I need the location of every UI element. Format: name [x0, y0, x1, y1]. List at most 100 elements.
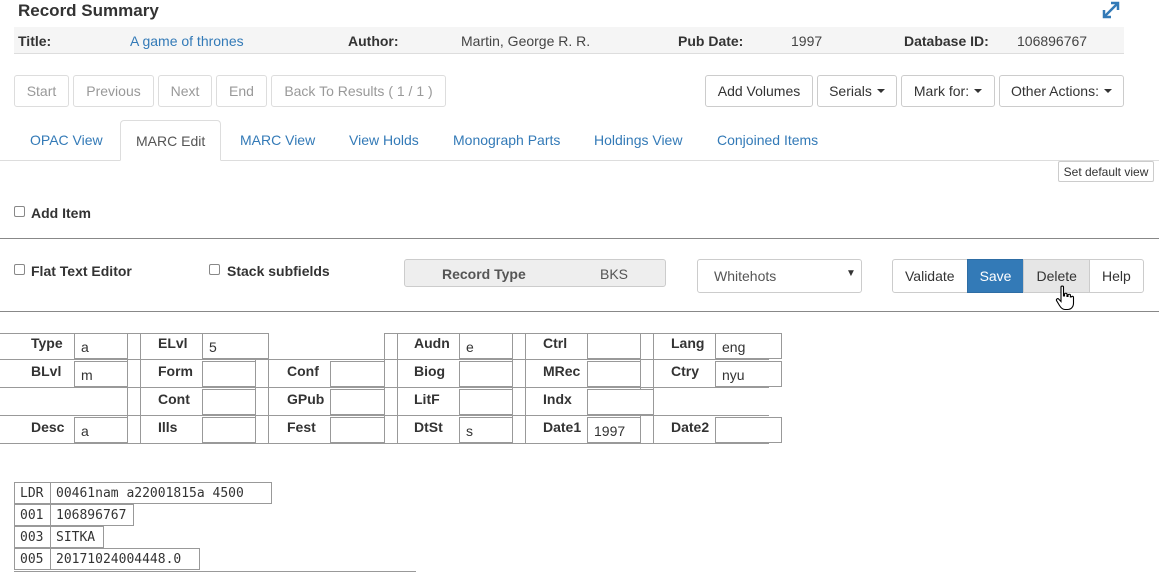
- summary-dbid-value: 106896767: [1017, 33, 1088, 49]
- save-button[interactable]: Save: [966, 259, 1025, 293]
- template-select[interactable]: Whitehots ▼: [697, 259, 862, 293]
- divider: [0, 238, 1159, 239]
- ff-conf-input[interactable]: [330, 361, 385, 387]
- tab-marc-view[interactable]: MARC View: [225, 120, 330, 160]
- marc-value-ldr[interactable]: 00461nam a22001815a 4500: [50, 482, 272, 504]
- summary-author-value: Martin, George R. R.: [461, 33, 591, 49]
- summary-author-label: Author:: [348, 33, 399, 49]
- stack-subfields-label: Stack subfields: [227, 263, 330, 279]
- ff-elvl-input[interactable]: 5: [202, 333, 269, 359]
- ff-biog-input[interactable]: [459, 361, 513, 387]
- hand-cursor-icon: [1055, 285, 1075, 314]
- ff-dtst-input[interactable]: s: [459, 417, 513, 443]
- next-button[interactable]: Next: [158, 75, 212, 107]
- ff-litf-input[interactable]: [459, 389, 513, 415]
- record-type-label: Record Type: [442, 266, 526, 282]
- tab-marc-edit[interactable]: MARC Edit: [120, 120, 222, 161]
- marc-tag-003[interactable]: 003: [14, 526, 51, 548]
- grid-line: [268, 359, 269, 443]
- ff-mrec-label: MRec: [543, 363, 581, 379]
- validate-button[interactable]: Validate: [892, 259, 968, 293]
- summary-title-label: Title:: [18, 33, 52, 49]
- ff-conf-label: Conf: [287, 363, 319, 379]
- ff-date2-input[interactable]: [715, 417, 782, 443]
- ff-lang-label: Lang: [671, 335, 705, 351]
- ff-desc-input[interactable]: a: [74, 417, 128, 443]
- grid-line: [397, 333, 398, 443]
- marc-value-001[interactable]: 106896767: [50, 504, 134, 526]
- tab-monograph-parts[interactable]: Monograph Parts: [438, 120, 575, 160]
- flat-text-editor-checkbox[interactable]: [14, 264, 25, 275]
- mark-for-label: Mark for:: [913, 83, 970, 99]
- ff-ctrl-input[interactable]: [587, 333, 641, 359]
- grid-line: [384, 333, 769, 334]
- record-type-value: BKS: [600, 266, 629, 282]
- ff-elvl-label: ELvl: [158, 335, 188, 351]
- select-arrow-icon: ▼: [846, 268, 856, 279]
- ff-ctry-label: Ctry: [671, 363, 700, 379]
- mark-for-dropdown[interactable]: Mark for:: [901, 75, 995, 107]
- tab-conjoined-items[interactable]: Conjoined Items: [702, 120, 833, 160]
- ff-desc-label: Desc: [31, 419, 65, 435]
- tab-holdings-view[interactable]: Holdings View: [579, 120, 697, 160]
- ff-fest-input[interactable]: [330, 417, 385, 443]
- ff-blvl-label: BLvl: [31, 363, 62, 379]
- previous-button[interactable]: Previous: [73, 75, 154, 107]
- ff-mrec-input[interactable]: [587, 361, 641, 387]
- ff-gpub-label: GPub: [287, 391, 325, 407]
- divider: [0, 311, 1159, 312]
- add-item-checkbox[interactable]: [14, 206, 25, 217]
- ff-biog-label: Biog: [414, 363, 446, 379]
- set-default-view-button[interactable]: Set default view: [1058, 161, 1154, 182]
- ff-audn-input[interactable]: e: [459, 333, 513, 359]
- caret-down-icon: [876, 89, 885, 93]
- summary-title-link[interactable]: A game of thrones: [130, 33, 244, 49]
- marc-value-003[interactable]: SITKA: [50, 526, 104, 548]
- record-summary-bar: Title: A game of thrones Author: Martin,…: [14, 27, 1124, 54]
- template-select-value: Whitehots: [714, 268, 777, 284]
- serials-label: Serials: [829, 83, 872, 99]
- ff-cont-label: Cont: [158, 391, 190, 407]
- ff-lang-input[interactable]: eng: [715, 333, 782, 359]
- add-volumes-button[interactable]: Add Volumes: [705, 75, 813, 107]
- marc-tag-005[interactable]: 005: [14, 548, 51, 570]
- other-actions-label: Other Actions:: [1011, 83, 1099, 99]
- add-item-label: Add Item: [31, 205, 91, 221]
- ff-blvl-input[interactable]: m: [74, 361, 128, 387]
- ff-indx-input[interactable]: [587, 389, 654, 415]
- start-button[interactable]: Start: [14, 75, 69, 107]
- stack-subfields-checkbox[interactable]: [209, 264, 220, 275]
- editor-action-buttons: Validate Save Delete Help: [892, 259, 1144, 293]
- other-actions-dropdown[interactable]: Other Actions:: [999, 75, 1124, 107]
- serials-dropdown[interactable]: Serials: [817, 75, 897, 107]
- flat-text-editor-label: Flat Text Editor: [31, 263, 132, 279]
- caret-down-icon: [1103, 89, 1112, 93]
- expand-icon[interactable]: [1101, 0, 1123, 20]
- ff-cont-input[interactable]: [202, 389, 256, 415]
- ff-ctrl-label: Ctrl: [543, 335, 568, 351]
- ff-type-input[interactable]: a: [74, 333, 128, 359]
- help-button[interactable]: Help: [1088, 259, 1144, 293]
- ff-ctry-input[interactable]: nyu: [715, 361, 782, 387]
- page-title: Record Summary: [18, 1, 159, 20]
- ff-form-input[interactable]: [202, 361, 256, 387]
- marc-tag-001[interactable]: 001: [14, 504, 51, 526]
- ff-gpub-input[interactable]: [330, 389, 385, 415]
- summary-pubdate-label: Pub Date:: [678, 33, 744, 49]
- ff-litf-label: LitF: [414, 391, 440, 407]
- ff-indx-label: Indx: [543, 391, 572, 407]
- end-button[interactable]: End: [216, 75, 267, 107]
- grid-line: [140, 333, 141, 443]
- tab-opac-view[interactable]: OPAC View: [15, 120, 118, 160]
- grid-line: [525, 333, 526, 443]
- ff-ills-input[interactable]: [202, 417, 256, 443]
- ff-date1-input[interactable]: 1997: [587, 417, 641, 443]
- ff-form-label: Form: [158, 363, 193, 379]
- marc-tag-ldr[interactable]: LDR: [14, 482, 51, 504]
- back-to-results-button[interactable]: Back To Results ( 1 / 1 ): [271, 75, 446, 107]
- marc-value-005[interactable]: 20171024004448.0: [50, 548, 200, 570]
- ff-ills-label: Ills: [158, 419, 178, 435]
- ff-date2-label: Date2: [671, 419, 710, 435]
- tab-view-holds[interactable]: View Holds: [334, 120, 434, 160]
- grid-line: [653, 333, 654, 443]
